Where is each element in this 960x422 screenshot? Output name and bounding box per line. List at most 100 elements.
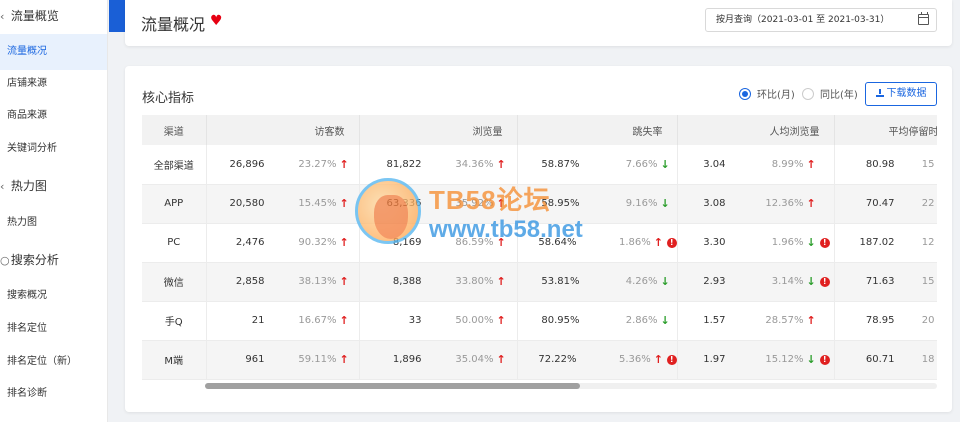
metric-cell: 58.87% 7.66% ↓ [517,145,678,185]
sidebar-group-heatmap[interactable]: ‹ 热力图 [0,168,107,204]
arrow-down-icon: ↓ [660,157,670,171]
card-title: 核心指标 [142,91,195,106]
metric-change: 86.59% [455,237,494,248]
metric-change: 35.92% [455,198,494,209]
alert-icon[interactable]: ! [666,354,677,365]
arrow-down-icon: ↓ [660,197,670,210]
table-row: 全部渠道 26,896 23.27% ↑ 81,822 34.36% ↑ 58.87% 7.66… [142,145,937,185]
arrow-up-icon: ↑ [339,275,349,288]
metric-cell: 8,169 86.59% ↑ [359,223,518,263]
metric-value: 21 [251,315,265,326]
metric-cell: 33 50.00% ↑ [359,301,518,341]
metric-cell: 8,388 33.80% ↑ [359,262,518,302]
metric-value: 1,896 [392,354,422,365]
metric-cell: 3.04 8.99% ↑ [677,145,835,185]
metric-cell: 71.63 15 [834,262,937,302]
sidebar-item-label: 排名诊断 [7,388,47,399]
metric-change: 15 [921,276,935,287]
arrow-up-icon: ↑ [496,236,506,249]
page-title: 流量概况 [141,15,206,34]
metric-cell: 961 59.11% ↑ [206,340,360,380]
metric-change: 3.14% [771,276,804,287]
scrollbar-thumb[interactable] [205,383,580,389]
table-row: PC 2,476 90.32% ↑ 8,169 86.59% ↑ 58.64% 1.86% ↑! 3… [142,223,937,263]
metric-change: 22 [921,198,935,209]
metric-value: 2,476 [235,237,265,248]
arrow-up-icon: ↑ [339,197,349,210]
sidebar-item-label: 热力图 [7,217,37,228]
metric-value: 71.63 [865,276,895,287]
alert-icon[interactable]: ! [819,354,830,365]
metric-change: 1.96% [771,237,804,248]
arrow-up-icon: ↑ [806,197,816,210]
metric-cell: 26,896 23.27% ↑ [206,145,360,185]
metric-value: 8,169 [392,237,422,248]
metric-cell: 3.08 12.36% ↑ [677,184,835,224]
alert-icon[interactable]: ! [819,237,830,248]
sidebar-item-product-source[interactable]: 商品来源 [0,98,107,134]
horizontal-scrollbar[interactable] [205,383,937,389]
search-icon: ○ [0,254,10,267]
arrow-down-icon: ↓ [660,275,670,288]
sidebar-item-label: 搜索概况 [7,290,47,301]
metric-change: 1.86% [618,237,651,248]
metric-change: 12 [921,237,935,248]
sidebar-group-traffic[interactable]: ‹ 流量概览 [0,0,107,34]
metric-change: 50.00% [455,315,494,326]
alert-icon[interactable]: ! [819,276,830,287]
metric-value: 63,336 [386,198,422,209]
alert-icon[interactable]: ! [666,237,677,248]
metric-change: 18 [921,354,935,365]
metric-change: 15.12% [765,354,804,365]
download-label: 下载数据 [886,88,927,99]
metric-change: 9.16% [625,198,658,209]
metric-value: 2.93 [703,276,726,287]
sidebar-item-heatmap[interactable]: 热力图 [0,205,107,241]
radio-yoy[interactable]: 同比(年) [802,88,858,102]
metric-cell: 60.71 18 [834,340,937,380]
radio-mom[interactable]: 环比(月) [739,88,795,102]
arrow-up-icon: ↑ [496,314,506,327]
sidebar-item-rank-diagnosis[interactable]: 排名诊断 [0,376,107,412]
metric-cell: 58.64% 1.86% ↑! [517,223,678,263]
heart-icon[interactable]: ♥ [210,13,223,29]
download-button[interactable]: 下载数据 [865,82,937,106]
sidebar-group-label: 热力图 [10,179,47,193]
sidebar-item-rank-position-new[interactable]: 排名定位（新） [0,344,107,380]
arrow-up-icon: ↑ [653,353,663,366]
metric-cell: 1.57 28.57% ↑ [677,301,835,341]
sidebar-group-search[interactable]: ○ 搜索分析 [0,242,107,278]
metric-value: 2,858 [235,276,265,287]
date-range-select[interactable]: 按月查询（2021-03-01 至 2021-03-31） [705,8,937,32]
metric-cell: 20,580 15.45% ↑ [206,184,360,224]
table-row: 微信 2,858 38.13% ↑ 8,388 33.80% ↑ 53.81% 4.26% ↓ 2.… [142,262,937,302]
metric-value: 78.95 [865,315,895,326]
arrow-down-icon: ↓ [660,314,670,327]
metric-change: 28.57% [765,315,804,326]
arrow-up-icon: ↑ [496,157,506,171]
sidebar-group-label: 流量概览 [10,9,59,23]
metric-change: 38.13% [298,276,337,287]
header-card: 流量概况 ♥ 按月查询（2021-03-01 至 2021-03-31） [125,0,952,46]
metric-value: 20,580 [229,198,265,209]
column-header: 渠道 [142,115,207,145]
sidebar-item-shop-source[interactable]: 店铺来源 [0,66,107,102]
metric-value: 33 [408,315,422,326]
metric-change: 2.86% [625,315,658,326]
sidebar-item-search-overview[interactable]: 搜索概况 [0,278,107,314]
arrow-down-icon: ↓ [806,275,816,288]
column-header: 人均浏览量 [677,115,835,145]
metric-cell: 53.81% 4.26% ↓ [517,262,678,302]
core-metrics-card: 核心指标 环比(月) 同比(年) 下载数据 渠道 访客数 浏览量 跳失率 人均浏… [125,66,952,412]
sidebar-item-keyword-analysis[interactable]: 关键词分析 [0,131,107,167]
metric-cell: 2.93 3.14% ↓! [677,262,835,302]
metric-value: 60.71 [865,354,895,365]
sidebar-item-traffic-overview[interactable]: 流量概况 [0,34,107,70]
channel-cell: 微信 [142,262,207,302]
metric-change: 35.04% [455,354,494,365]
metric-value: 3.04 [703,158,726,170]
sidebar-item-rank-position[interactable]: 排名定位 [0,311,107,347]
chevron-icon: ‹ [0,180,5,193]
metric-change: 15.45% [298,198,337,209]
arrow-up-icon: ↑ [339,353,349,366]
